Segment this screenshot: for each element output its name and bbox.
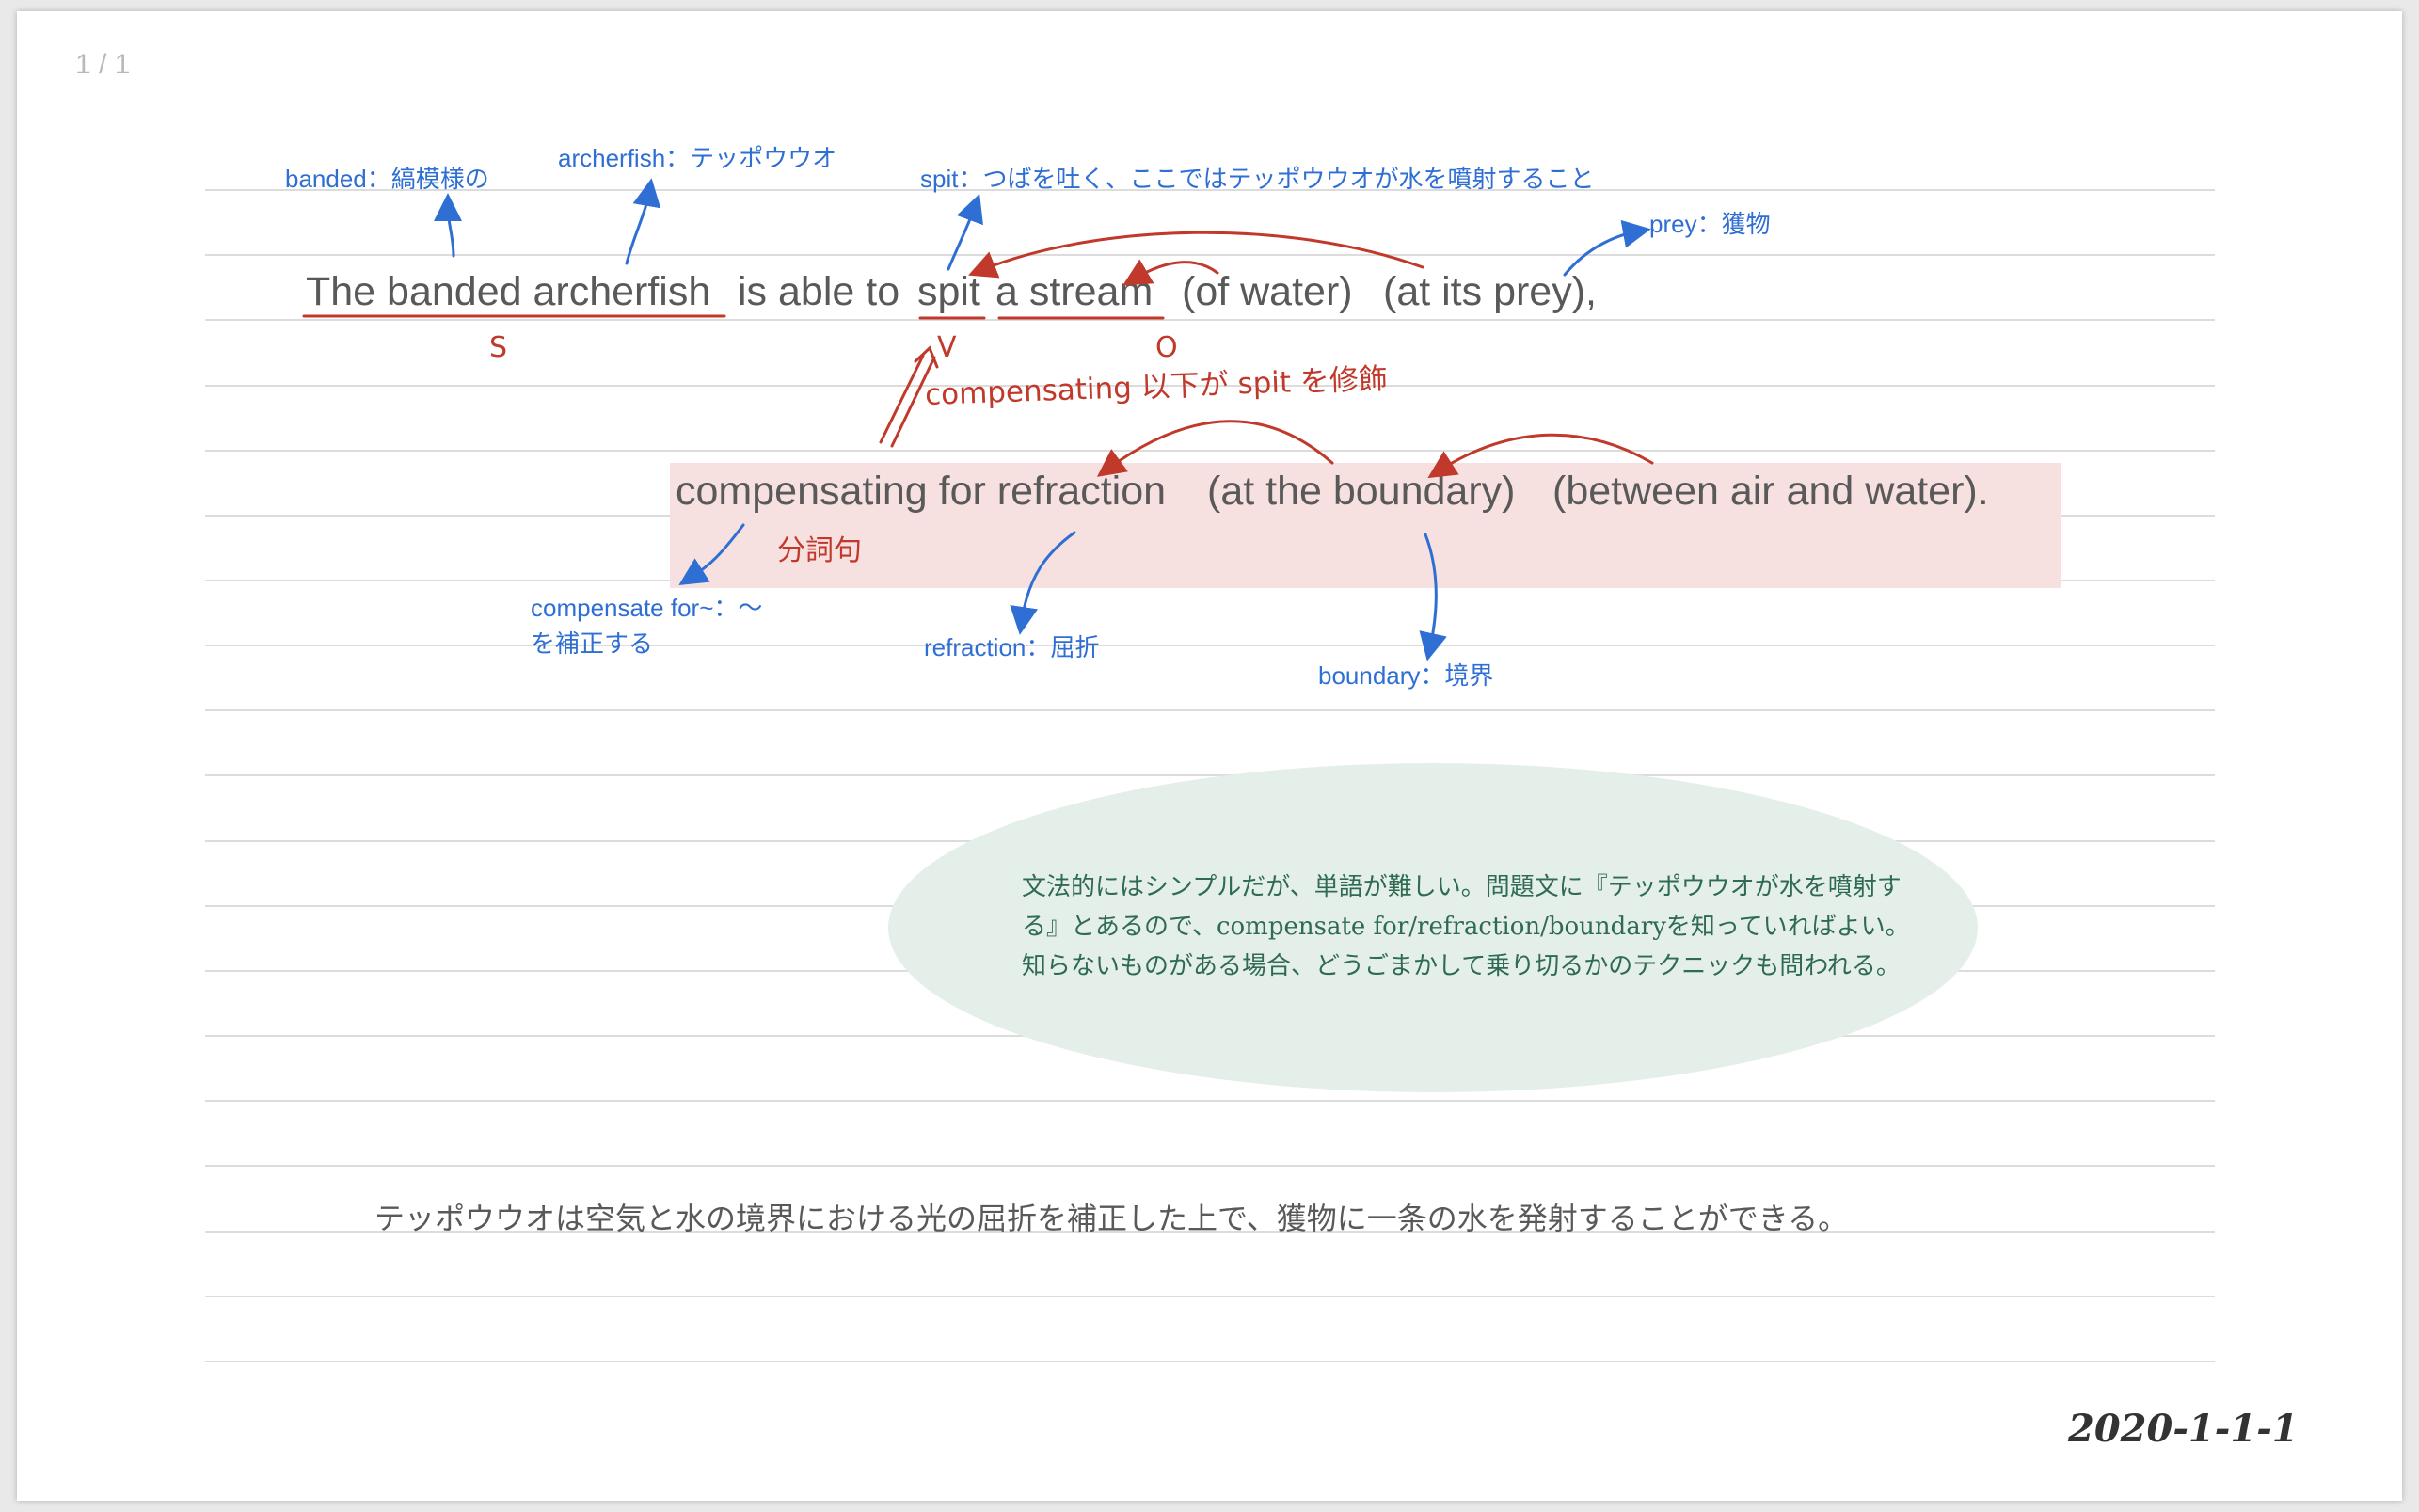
vocab-prey: prey：獲物 (1649, 210, 1771, 238)
vocab-banded: banded：縞模様の (285, 165, 489, 193)
sentence1-subject: The banded archerfish (306, 269, 711, 314)
participle-label: 分詞句 (777, 534, 862, 567)
notebook-page: 1 / 1 banded：縞模様の archerfish：テッポウウオ spit… (17, 11, 2402, 1501)
vocab-boundary: boundary：境界 (1318, 661, 1494, 690)
label-v: V (937, 331, 957, 364)
label-o: O (1155, 331, 1178, 364)
sentence2-main: compensating for refraction (676, 469, 1167, 514)
sentence1-phrase-at-prey: (at its prey), (1383, 269, 1597, 314)
vocab-archerfish: archerfish：テッポウウオ (558, 144, 837, 172)
sentence2-phrase-air-water: (between air and water). (1552, 469, 1989, 514)
handwritten-date: 2020-1-1-1 (2068, 1407, 2299, 1451)
sentence1-aux: is able to (738, 269, 900, 314)
vocab-compensate-line1: compensate for~：～ (531, 594, 763, 622)
sentence2-phrase-boundary: (at the boundary) (1207, 469, 1516, 514)
vocab-refraction: refraction：屈折 (924, 633, 1100, 661)
sentence1-phrase-of-water: (of water) (1182, 269, 1353, 314)
commentary-text: 文法的にはシンプルだが、単語が難しい。問題文に『テッポウウオが水を噴射する』とあ… (1022, 873, 1910, 980)
sentence1-object: a stream (995, 269, 1154, 314)
label-s: S (489, 331, 508, 364)
vocab-compensate-line2: を補正する (531, 629, 654, 658)
japanese-translation: テッポウウオは空気と水の境界における光の屈折を補正した上で、獲物に一条の水を発射… (374, 1201, 1849, 1236)
sentence1-verb: spit (917, 269, 980, 314)
vocab-spit: spit：つばを吐く、ここではテッポウウオが水を噴射すること (920, 165, 1595, 193)
ruled-lines (205, 189, 2215, 1362)
